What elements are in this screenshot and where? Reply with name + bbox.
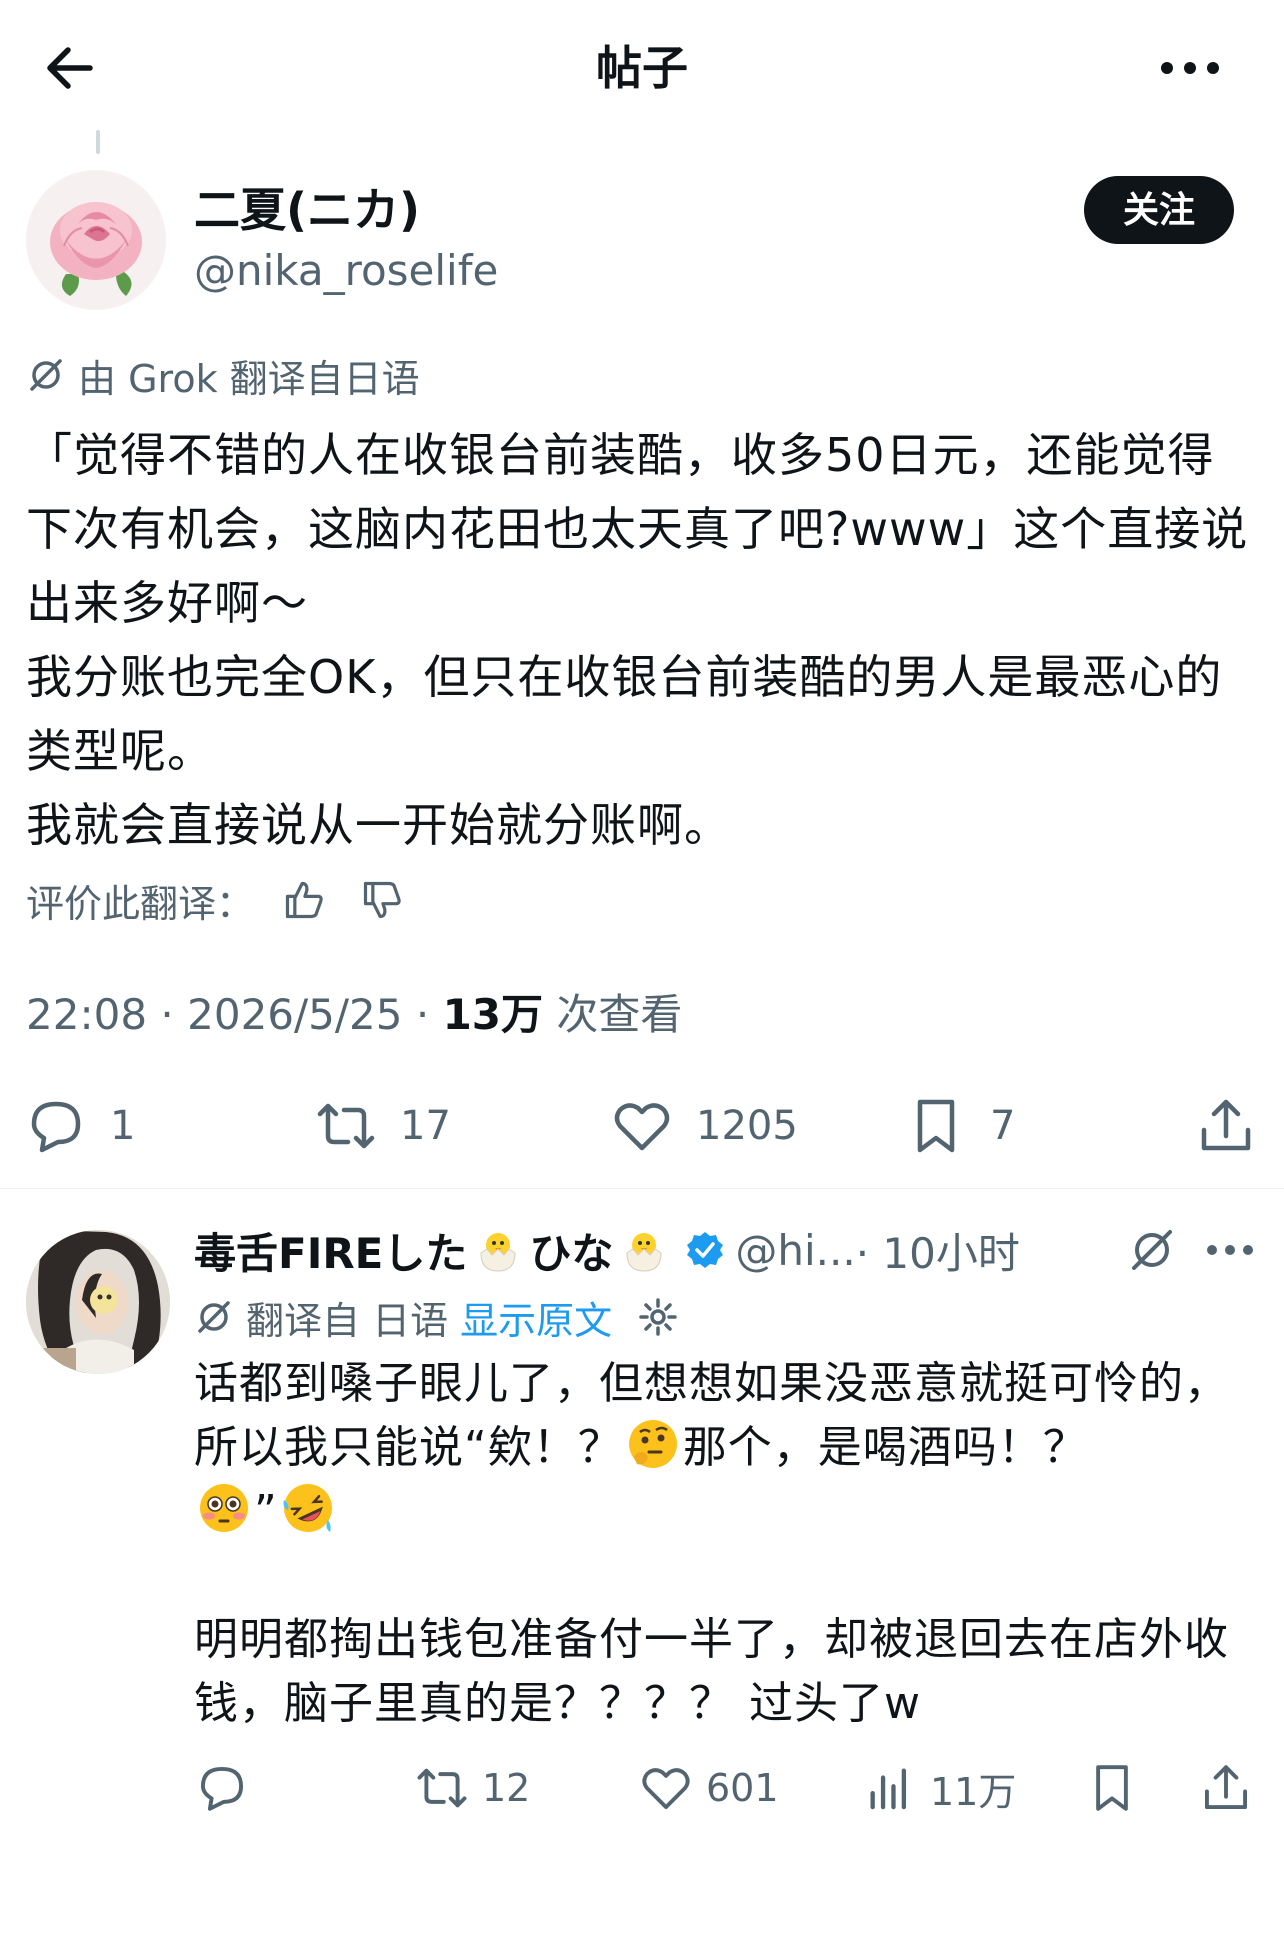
repost-count: 17 [400, 1103, 451, 1149]
post-meta: 22:08 · 2026/5/25 · 13万 次查看 [26, 986, 682, 1044]
like-count: 1205 [696, 1103, 798, 1149]
rate-label: 评价此翻译： [26, 881, 255, 926]
post-date: 2026/5/25 [187, 990, 403, 1039]
bookmark-count: 7 [990, 1103, 1016, 1149]
reply-translation-note: 翻译自 日语 显示原文 [194, 1290, 678, 1344]
reply-button[interactable]: 1 [26, 1090, 135, 1162]
top-bar: 帖子 [0, 0, 1284, 130]
reply-reply-button[interactable] [196, 1756, 262, 1820]
reply-translation-text: 翻译自 日语 [246, 1298, 449, 1343]
grok-icon [198, 1301, 230, 1333]
divider [0, 1188, 1284, 1189]
page-title: 帖子 [596, 41, 688, 95]
views-count[interactable]: 13万 [443, 990, 543, 1039]
thumbs-down-icon [363, 881, 401, 919]
reply-bookmark-button[interactable] [1086, 1756, 1138, 1820]
reply-header: 毒舌FIREした ひな @hi... · 10小时 [194, 1220, 1020, 1280]
repost-icon [317, 1103, 375, 1149]
share-button[interactable] [1196, 1090, 1256, 1162]
reply-repost-count: 12 [482, 1766, 531, 1810]
translation-note-text: 由 Grok 翻译自日语 [78, 356, 420, 401]
reply-handle[interactable]: @hi... [735, 1226, 855, 1275]
reply-more-button[interactable] [1200, 1222, 1260, 1278]
avatar[interactable] [26, 170, 166, 310]
grok-button[interactable] [1124, 1222, 1180, 1278]
reply-display-name-suffix[interactable]: ひな [529, 1220, 613, 1281]
bookmark-button[interactable]: 7 [906, 1090, 1015, 1162]
reply-views-count: 11万 [930, 1769, 1017, 1814]
gear-icon[interactable] [638, 1297, 678, 1337]
share-icon [1201, 1099, 1251, 1151]
reply-text-line: 那个，是喝酒吗！？ [682, 1422, 1088, 1473]
thread-connector [96, 130, 100, 154]
heart-icon [614, 1103, 670, 1151]
repost-icon [417, 1768, 467, 1808]
meta-separator: · [160, 990, 174, 1039]
more-horizontal-icon [1207, 1245, 1253, 1255]
like-button[interactable]: 1205 [612, 1090, 798, 1162]
share-icon [1204, 1765, 1248, 1810]
bookmark-icon [1096, 1765, 1128, 1811]
reply-icon [31, 1101, 81, 1153]
rofl-emoji-icon [283, 1484, 332, 1532]
show-original-link[interactable]: 显示原文 [460, 1290, 612, 1345]
thumbs-up-icon [285, 881, 323, 919]
reply-avatar[interactable] [26, 1230, 170, 1374]
author-display-name[interactable]: 二夏(ニカ) [194, 182, 420, 238]
reply-display-name[interactable]: 毒舌FIREした [194, 1220, 467, 1281]
thumbs-down-button[interactable] [354, 872, 410, 928]
reply-views-button[interactable]: 11万 [864, 1756, 1016, 1820]
author-handle[interactable]: @nika_roselife [194, 245, 498, 297]
reply-count: 1 [110, 1103, 136, 1149]
translation-note: 由 Grok 翻译自日语 [26, 350, 420, 401]
analytics-icon [870, 1768, 907, 1810]
reply-text-paragraph: 明明都掏出钱包准备付一半了，却被退回去在店外收钱，脑子里真的是？？？？ 过头了w [194, 1614, 1229, 1729]
flushed-face-emoji-icon [200, 1484, 248, 1532]
more-button[interactable] [1155, 38, 1225, 98]
reply-text: 话都到嗓子眼儿了，但想想如果没恶意就挺可怜的，所以我只能说“欸！？ 那个，是喝酒吗… [194, 1352, 1264, 1736]
post-actions: 1 17 1205 7 [0, 1090, 1284, 1162]
grok-icon [30, 359, 62, 391]
hatching-chick-emoji-icon [480, 1233, 516, 1272]
reply-like-count: 601 [706, 1766, 779, 1810]
post-time: 22:08 [26, 990, 148, 1039]
person-photo-icon [26, 1230, 170, 1374]
reply-text-line: ” [254, 1486, 278, 1537]
verified-badge-icon [687, 1232, 724, 1268]
rate-translation: 评价此翻译： [26, 872, 410, 928]
meta-separator: · [415, 990, 430, 1039]
reply-actions: 12 601 11万 [0, 1756, 1284, 1820]
hatching-chick-emoji-icon [626, 1233, 662, 1272]
follow-button[interactable]: 关注 [1084, 176, 1234, 244]
reply-time: · 10小时 [855, 1228, 1020, 1278]
post-text: 「觉得不错的人在收银台前装酷，收多50日元，还能觉得下次有机会，这脑内花田也太天… [26, 428, 1249, 852]
repost-button[interactable]: 17 [316, 1090, 451, 1162]
rose-avatar-icon [26, 170, 166, 310]
thumbs-up-button[interactable] [276, 872, 332, 928]
reply-like-button[interactable]: 601 [640, 1756, 779, 1820]
more-horizontal-icon [1161, 62, 1219, 74]
heart-icon [642, 1768, 690, 1810]
views-label: 次查看 [556, 990, 683, 1039]
bookmark-icon [917, 1099, 955, 1153]
grok-icon [1132, 1230, 1172, 1270]
reply-repost-button[interactable]: 12 [416, 1756, 530, 1820]
reply-icon [200, 1766, 244, 1811]
reply-share-button[interactable] [1200, 1756, 1252, 1820]
thinking-face-emoji-icon [628, 1420, 677, 1468]
